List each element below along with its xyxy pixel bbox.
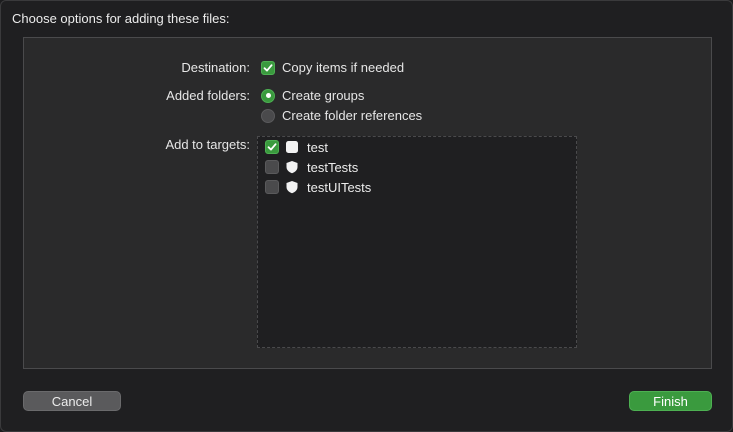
create-groups-option[interactable]: Create groups [261, 88, 364, 103]
create-folder-references-radio[interactable] [261, 108, 275, 123]
add-to-targets-label: Add to targets: [165, 137, 250, 152]
copy-items-label: Copy items if needed [282, 60, 405, 75]
target-name: testTests [307, 159, 359, 175]
checkmark-icon [263, 63, 273, 71]
app-target-icon [285, 140, 299, 154]
target-row-testuitests[interactable]: testUITests [265, 178, 371, 196]
target-checkbox[interactable] [265, 180, 279, 194]
dialog-title: Choose options for adding these files: [12, 11, 230, 26]
create-groups-radio[interactable] [261, 88, 275, 103]
add-files-dialog: Choose options for adding these files: D… [0, 0, 733, 432]
target-name: test [307, 139, 328, 155]
copy-items-checkbox[interactable] [261, 60, 275, 75]
create-folder-references-label: Create folder references [282, 108, 423, 123]
target-name: testUITests [307, 179, 372, 195]
finish-button[interactable]: Finish [629, 391, 712, 411]
target-checkbox[interactable] [265, 160, 279, 174]
added-folders-label: Added folders: [166, 88, 250, 103]
options-panel: Destination: Copy items if needed Added … [23, 37, 712, 369]
create-folder-references-option[interactable]: Create folder references [261, 108, 422, 123]
checkmark-icon [267, 143, 277, 151]
target-row-testtests[interactable]: testTests [265, 158, 358, 176]
destination-label: Destination: [181, 60, 250, 75]
create-groups-label: Create groups [282, 88, 365, 103]
cancel-button[interactable]: Cancel [23, 391, 121, 411]
test-shield-icon [285, 180, 299, 194]
targets-list[interactable]: test testTests testUITests [257, 136, 577, 348]
test-shield-icon [285, 160, 299, 174]
target-row-test[interactable]: test [265, 138, 328, 156]
target-checkbox[interactable] [265, 140, 279, 154]
copy-items-option[interactable]: Copy items if needed [261, 60, 404, 75]
